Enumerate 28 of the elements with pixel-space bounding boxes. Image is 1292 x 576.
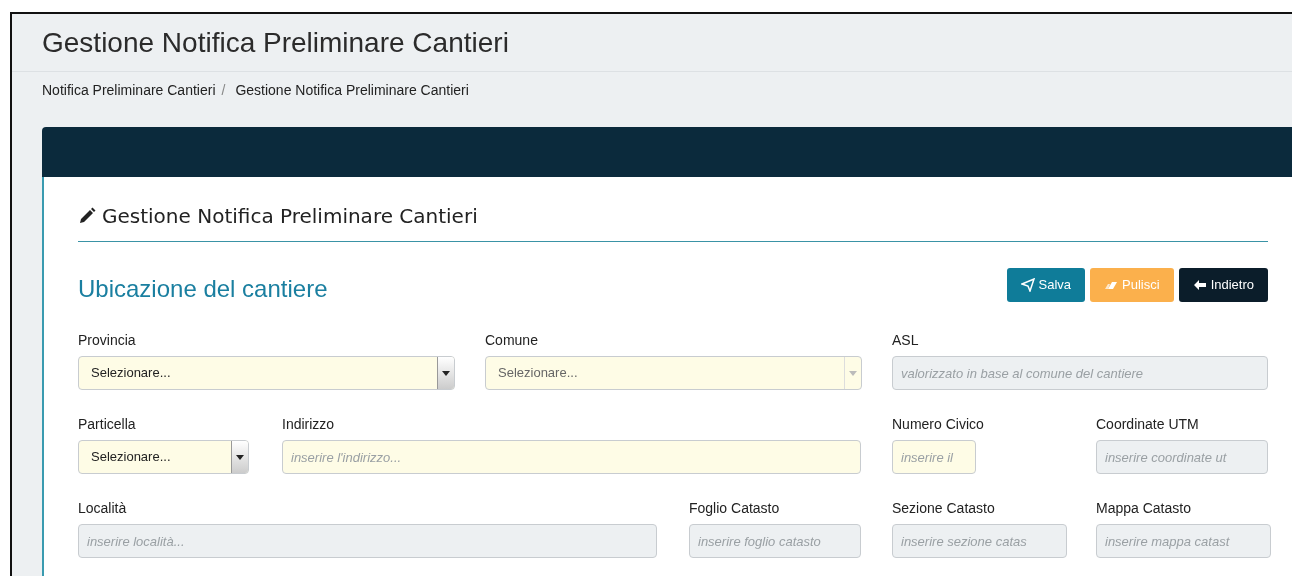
back-button[interactable]: Indietro [1178,268,1268,302]
page-title: Gestione Notifica Preliminare Cantieri [42,25,509,60]
field-label: ASL [892,331,919,350]
save-button[interactable]: Salva [1006,268,1086,302]
field-label: Sezione Catasto [892,499,995,518]
breadcrumb-separator: / [221,81,226,100]
caret-icon [231,441,248,473]
arrow-left-icon [1192,278,1207,292]
field-label: Foglio Catasto [689,499,780,518]
caret-icon [437,357,454,389]
paper-plane-icon [1020,278,1035,292]
field-label: Mappa Catasto [1096,499,1191,518]
select-field[interactable]: Selezionare... [78,440,249,474]
field-label: Particella [78,415,136,434]
breadcrumb-item: Gestione Notifica Preliminare Cantieri [235,81,469,100]
input-field[interactable]: inserire l'indirizzo... [282,440,861,474]
field-label: Comune [485,331,538,350]
breadcrumb-item[interactable]: Notifica Preliminare Cantieri [42,80,216,127]
field-label: Numero Civico [892,415,984,434]
card-title: Gestione Notifica Preliminare Cantieri [102,203,478,230]
field-label: Coordinate UTM [1096,415,1199,434]
input-field[interactable]: inserire il [892,440,976,474]
section-title: Ubicazione del cantiere [78,275,328,302]
select-field[interactable]: Selezionare... [78,356,455,390]
field-label: Località [78,499,127,518]
pencil-icon [78,207,96,225]
field-label: Indirizzo [282,415,335,434]
field-label: Provincia [78,331,136,350]
